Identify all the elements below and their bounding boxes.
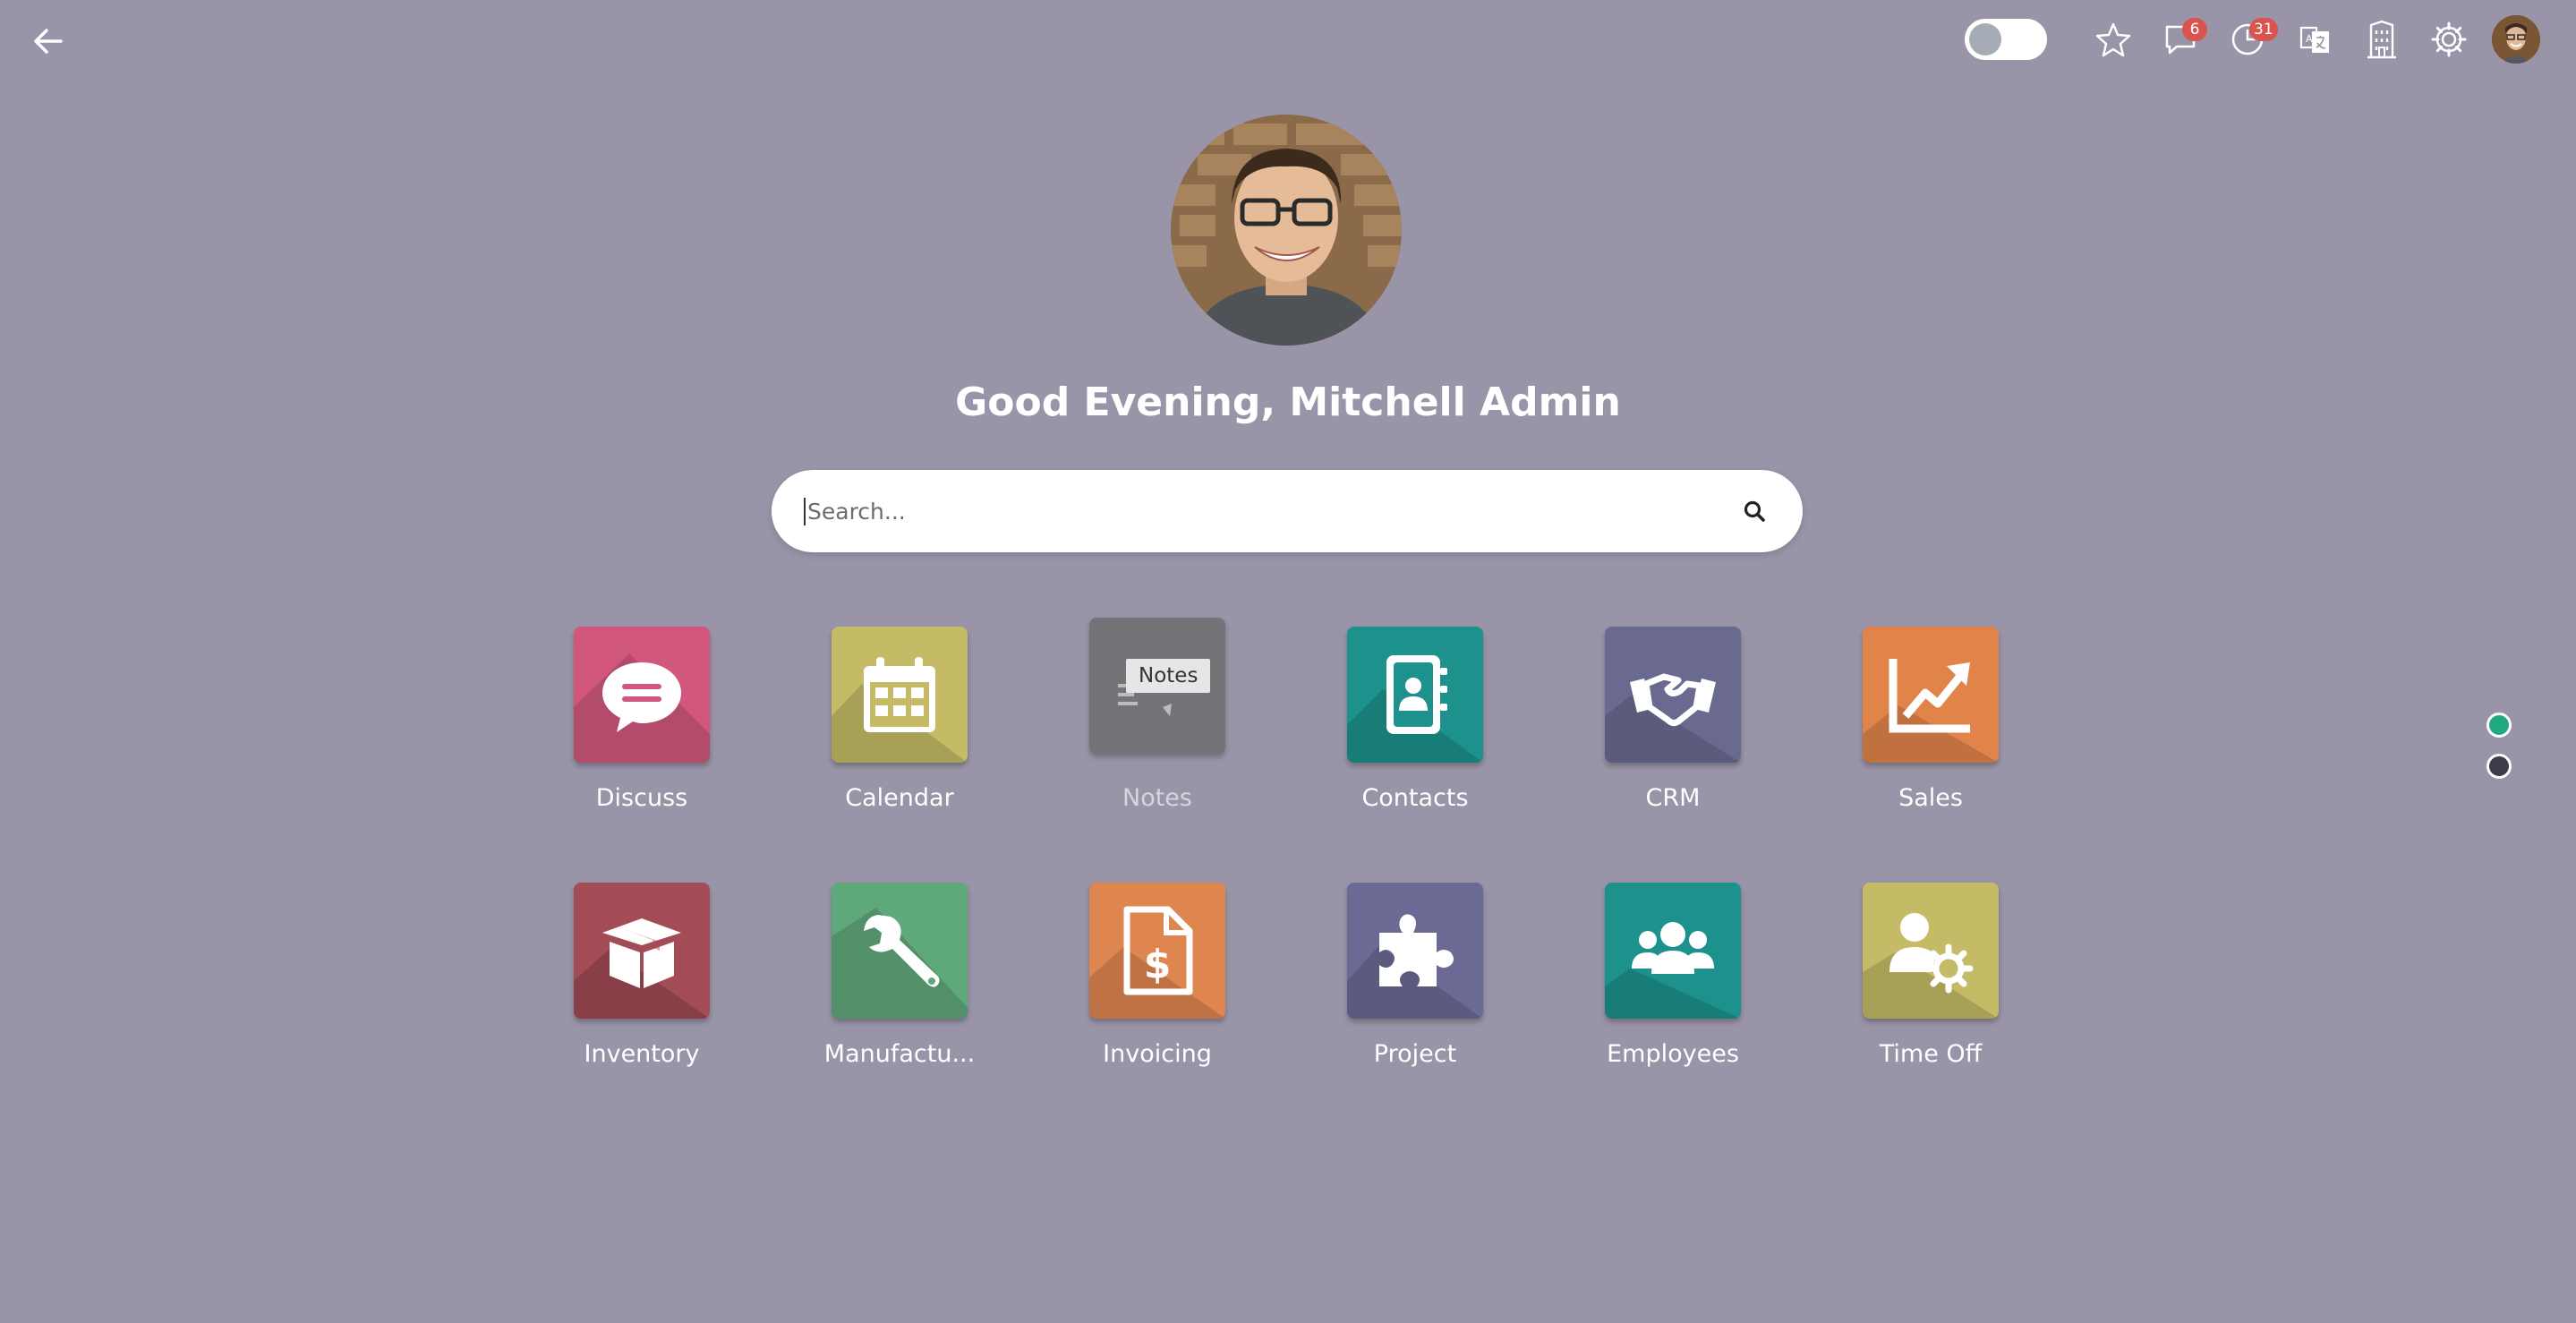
app-tile (1605, 627, 1741, 763)
calendar-icon (864, 657, 935, 732)
speech-bubble-icon (602, 662, 681, 732)
gear-icon (2431, 21, 2466, 57)
star-icon (2095, 22, 2130, 57)
arrow-left-icon (34, 29, 63, 54)
trend-chart-icon (1889, 659, 1970, 733)
page-dot-1[interactable] (2486, 713, 2512, 738)
activities-badge: 31 (2249, 18, 2278, 41)
toggle-knob (1969, 23, 2001, 55)
building-icon (2367, 20, 2396, 59)
page-indicator (2486, 713, 2512, 779)
activities-button[interactable]: 31 (2213, 13, 2281, 66)
app-label: Manufactu... (823, 1040, 976, 1068)
favorites-button[interactable] (2079, 13, 2146, 66)
people-icon (1632, 922, 1714, 974)
app-tile (832, 883, 968, 1019)
svg-text:$: $ (1144, 942, 1172, 987)
company-switcher-button[interactable] (2348, 13, 2415, 66)
app-sales[interactable]: Sales (1841, 627, 2020, 812)
language-button[interactable]: A (2281, 13, 2348, 66)
search-input[interactable] (804, 497, 1736, 525)
app-tile (1347, 627, 1483, 763)
user-menu-button[interactable] (2482, 13, 2549, 66)
messages-button[interactable]: 6 (2146, 13, 2213, 66)
user-gear-icon (1889, 913, 1974, 994)
app-tile (1605, 883, 1741, 1019)
tooltip-notes: Notes (1126, 659, 1211, 693)
app-employees[interactable]: Employees (1583, 883, 1762, 1068)
app-label: Project (1373, 1040, 1457, 1068)
search-icon (1744, 500, 1765, 522)
app-label: Contacts (1361, 784, 1469, 812)
messages-badge: 6 (2182, 18, 2207, 41)
app-crm[interactable]: CRM (1583, 627, 1762, 812)
app-label: Employees (1607, 1040, 1739, 1068)
profile-photo (1171, 115, 1402, 346)
search-bar (772, 470, 1803, 552)
app-label: Invoicing (1103, 1040, 1212, 1068)
app-contacts[interactable]: Contacts (1326, 627, 1505, 812)
app-tile (574, 883, 710, 1019)
app-label: Sales (1898, 784, 1963, 812)
app-label: Inventory (584, 1040, 700, 1068)
app-tile (1863, 883, 1999, 1019)
app-discuss[interactable]: Discuss (552, 627, 731, 812)
back-button[interactable] (27, 20, 70, 63)
app-tile (1863, 627, 1999, 763)
address-book-icon (1386, 655, 1447, 734)
app-label: CRM (1645, 784, 1701, 812)
search-button[interactable] (1736, 493, 1772, 529)
svg-text:A: A (2306, 33, 2313, 45)
dark-mode-toggle[interactable] (1965, 19, 2047, 60)
app-notes[interactable]: Notes (1068, 618, 1247, 812)
app-tile (1347, 883, 1483, 1019)
avatar (2491, 15, 2540, 64)
app-calendar[interactable]: Calendar (810, 627, 989, 812)
app-invoicing[interactable]: $ Invoicing (1068, 883, 1247, 1068)
app-label: Time Off (1879, 1040, 1983, 1068)
settings-button[interactable] (2415, 13, 2482, 66)
app-label: Notes (1122, 784, 1192, 812)
app-label: Discuss (595, 784, 688, 812)
app-inventory[interactable]: Inventory (552, 883, 731, 1068)
box-icon (602, 918, 681, 988)
app-tile: $ (1089, 883, 1225, 1019)
puzzle-icon (1379, 914, 1454, 986)
page-dot-2[interactable] (2486, 754, 2512, 779)
app-label: Calendar (845, 784, 954, 812)
translate-icon: A (2299, 26, 2329, 53)
app-time-off[interactable]: Time Off (1841, 883, 2020, 1068)
invoice-dollar-icon: $ (1123, 906, 1193, 995)
greeting-title: Good Evening, Mitchell Admin (955, 380, 1621, 425)
app-manufacturing[interactable]: Manufactu... (810, 883, 989, 1068)
handshake-icon (1630, 673, 1716, 727)
app-tile (574, 627, 710, 763)
app-project[interactable]: Project (1326, 883, 1505, 1068)
app-tile (832, 627, 968, 763)
systray: 6 31 A (1965, 13, 2549, 66)
wrench-icon (864, 915, 940, 987)
